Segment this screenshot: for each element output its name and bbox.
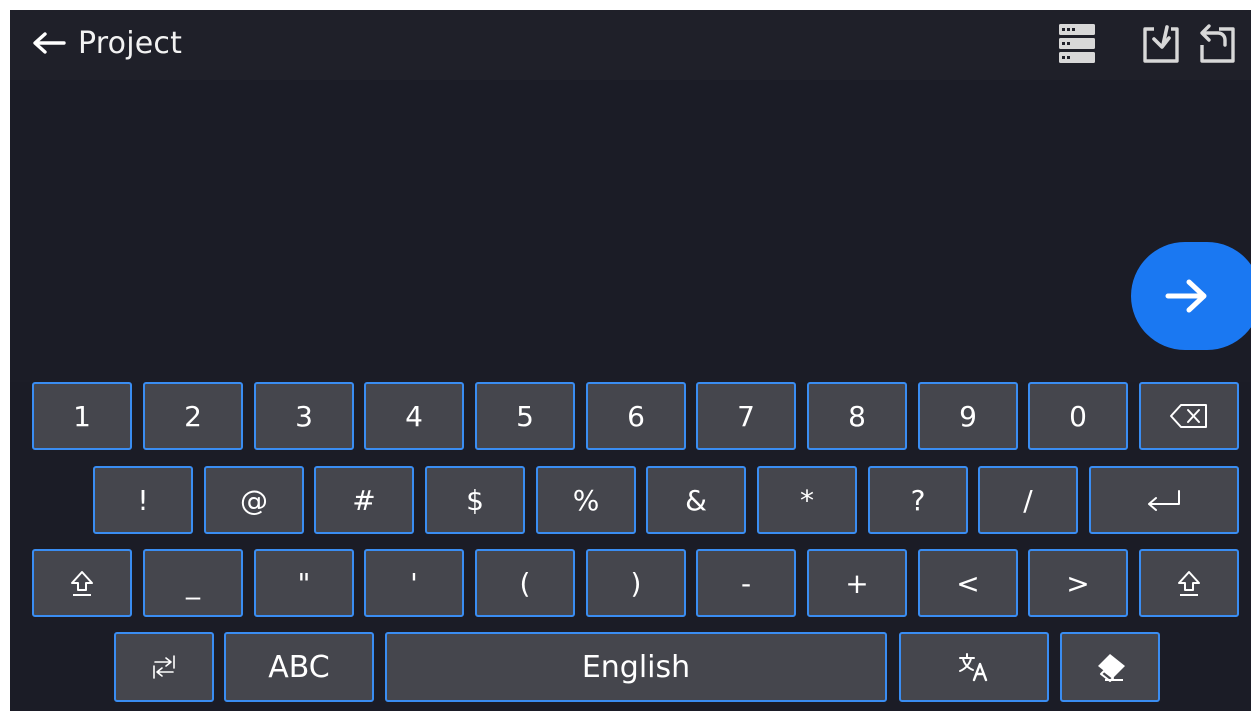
key-3[interactable]: 3 bbox=[254, 382, 354, 450]
input-area[interactable] bbox=[10, 80, 1251, 380]
database-list-icon[interactable] bbox=[1057, 21, 1097, 67]
eraser-icon bbox=[1098, 654, 1125, 682]
key-question[interactable]: ? bbox=[868, 466, 968, 534]
key-left-paren[interactable]: ( bbox=[475, 549, 575, 617]
key-hash[interactable]: # bbox=[314, 466, 414, 534]
key-greater-than[interactable]: > bbox=[1028, 549, 1128, 617]
enter-key[interactable] bbox=[1089, 466, 1239, 534]
key-less-than[interactable]: < bbox=[918, 549, 1018, 617]
backspace-icon bbox=[1170, 404, 1207, 428]
enter-icon bbox=[1148, 490, 1180, 511]
submit-button[interactable] bbox=[1131, 242, 1251, 350]
key-underscore[interactable]: _ bbox=[143, 549, 243, 617]
key-asterisk[interactable]: * bbox=[757, 466, 857, 534]
space-bar[interactable]: English bbox=[385, 632, 887, 702]
shift-key-right[interactable] bbox=[1139, 549, 1239, 617]
key-minus[interactable]: - bbox=[696, 549, 796, 617]
key-slash[interactable]: / bbox=[978, 466, 1078, 534]
back-button[interactable]: Project bbox=[32, 20, 182, 66]
shift-key-left[interactable] bbox=[32, 549, 132, 617]
key-8[interactable]: 8 bbox=[807, 382, 907, 450]
shift-icon bbox=[1178, 571, 1200, 596]
screen: Project 1 2 3 4 5 6 7 8 9 0 ! @ # $ % & … bbox=[10, 10, 1251, 711]
key-single-quote[interactable]: ' bbox=[364, 549, 464, 617]
on-screen-keyboard: 1 2 3 4 5 6 7 8 9 0 ! @ # $ % & * ? / _ … bbox=[10, 382, 1251, 711]
key-plus[interactable]: + bbox=[807, 549, 907, 617]
key-9[interactable]: 9 bbox=[918, 382, 1018, 450]
backspace-key[interactable] bbox=[1139, 382, 1239, 450]
key-4[interactable]: 4 bbox=[364, 382, 464, 450]
top-bar: Project bbox=[10, 10, 1251, 80]
left-arrow-icon bbox=[33, 32, 66, 54]
key-0[interactable]: 0 bbox=[1028, 382, 1128, 450]
key-at[interactable]: @ bbox=[204, 466, 304, 534]
page-title: Project bbox=[78, 25, 183, 61]
key-5[interactable]: 5 bbox=[475, 382, 575, 450]
switch-layout-icon bbox=[153, 655, 175, 679]
language-key[interactable] bbox=[899, 632, 1049, 702]
key-1[interactable]: 1 bbox=[32, 382, 132, 450]
key-ampersand[interactable]: & bbox=[646, 466, 746, 534]
key-7[interactable]: 7 bbox=[696, 382, 796, 450]
key-dollar[interactable]: $ bbox=[425, 466, 525, 534]
key-double-quote[interactable]: " bbox=[254, 549, 354, 617]
switch-layout-key[interactable] bbox=[114, 632, 214, 702]
shift-icon bbox=[71, 571, 93, 596]
key-6[interactable]: 6 bbox=[586, 382, 686, 450]
key-percent[interactable]: % bbox=[536, 466, 636, 534]
right-arrow-icon bbox=[1165, 279, 1207, 313]
abc-key[interactable]: ABC bbox=[224, 632, 374, 702]
translate-icon bbox=[959, 653, 988, 682]
key-2[interactable]: 2 bbox=[143, 382, 243, 450]
import-icon[interactable] bbox=[1141, 21, 1181, 67]
key-right-paren[interactable]: ) bbox=[586, 549, 686, 617]
export-icon[interactable] bbox=[1198, 21, 1238, 67]
key-exclamation[interactable]: ! bbox=[93, 466, 193, 534]
clear-key[interactable] bbox=[1060, 632, 1160, 702]
